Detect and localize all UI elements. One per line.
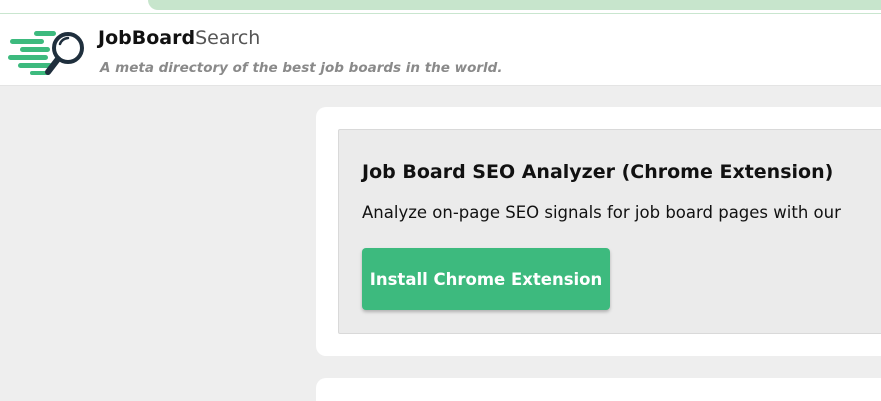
top-strip: [0, 0, 881, 14]
brand-name[interactable]: JobBoardSearch: [98, 27, 260, 49]
extension-description: Analyze on-page SEO signals for job boar…: [362, 203, 841, 222]
extension-panel: Job Board SEO Analyzer (Chrome Extension…: [338, 129, 881, 334]
extension-title: Job Board SEO Analyzer (Chrome Extension…: [362, 161, 834, 183]
brand-name-light: Search: [195, 27, 261, 49]
extension-card: Job Board SEO Analyzer (Chrome Extension…: [316, 107, 881, 356]
site-header: JobBoardSearch A meta directory of the b…: [0, 14, 881, 86]
brand-name-bold: JobBoard: [98, 27, 196, 49]
magnifier-speed-lines-icon[interactable]: [8, 28, 92, 78]
next-card: [316, 378, 881, 401]
site-tagline: A meta directory of the best job boards …: [100, 60, 503, 76]
install-chrome-extension-button[interactable]: Install Chrome Extension: [362, 248, 610, 310]
top-strip-pill: [148, 0, 881, 10]
